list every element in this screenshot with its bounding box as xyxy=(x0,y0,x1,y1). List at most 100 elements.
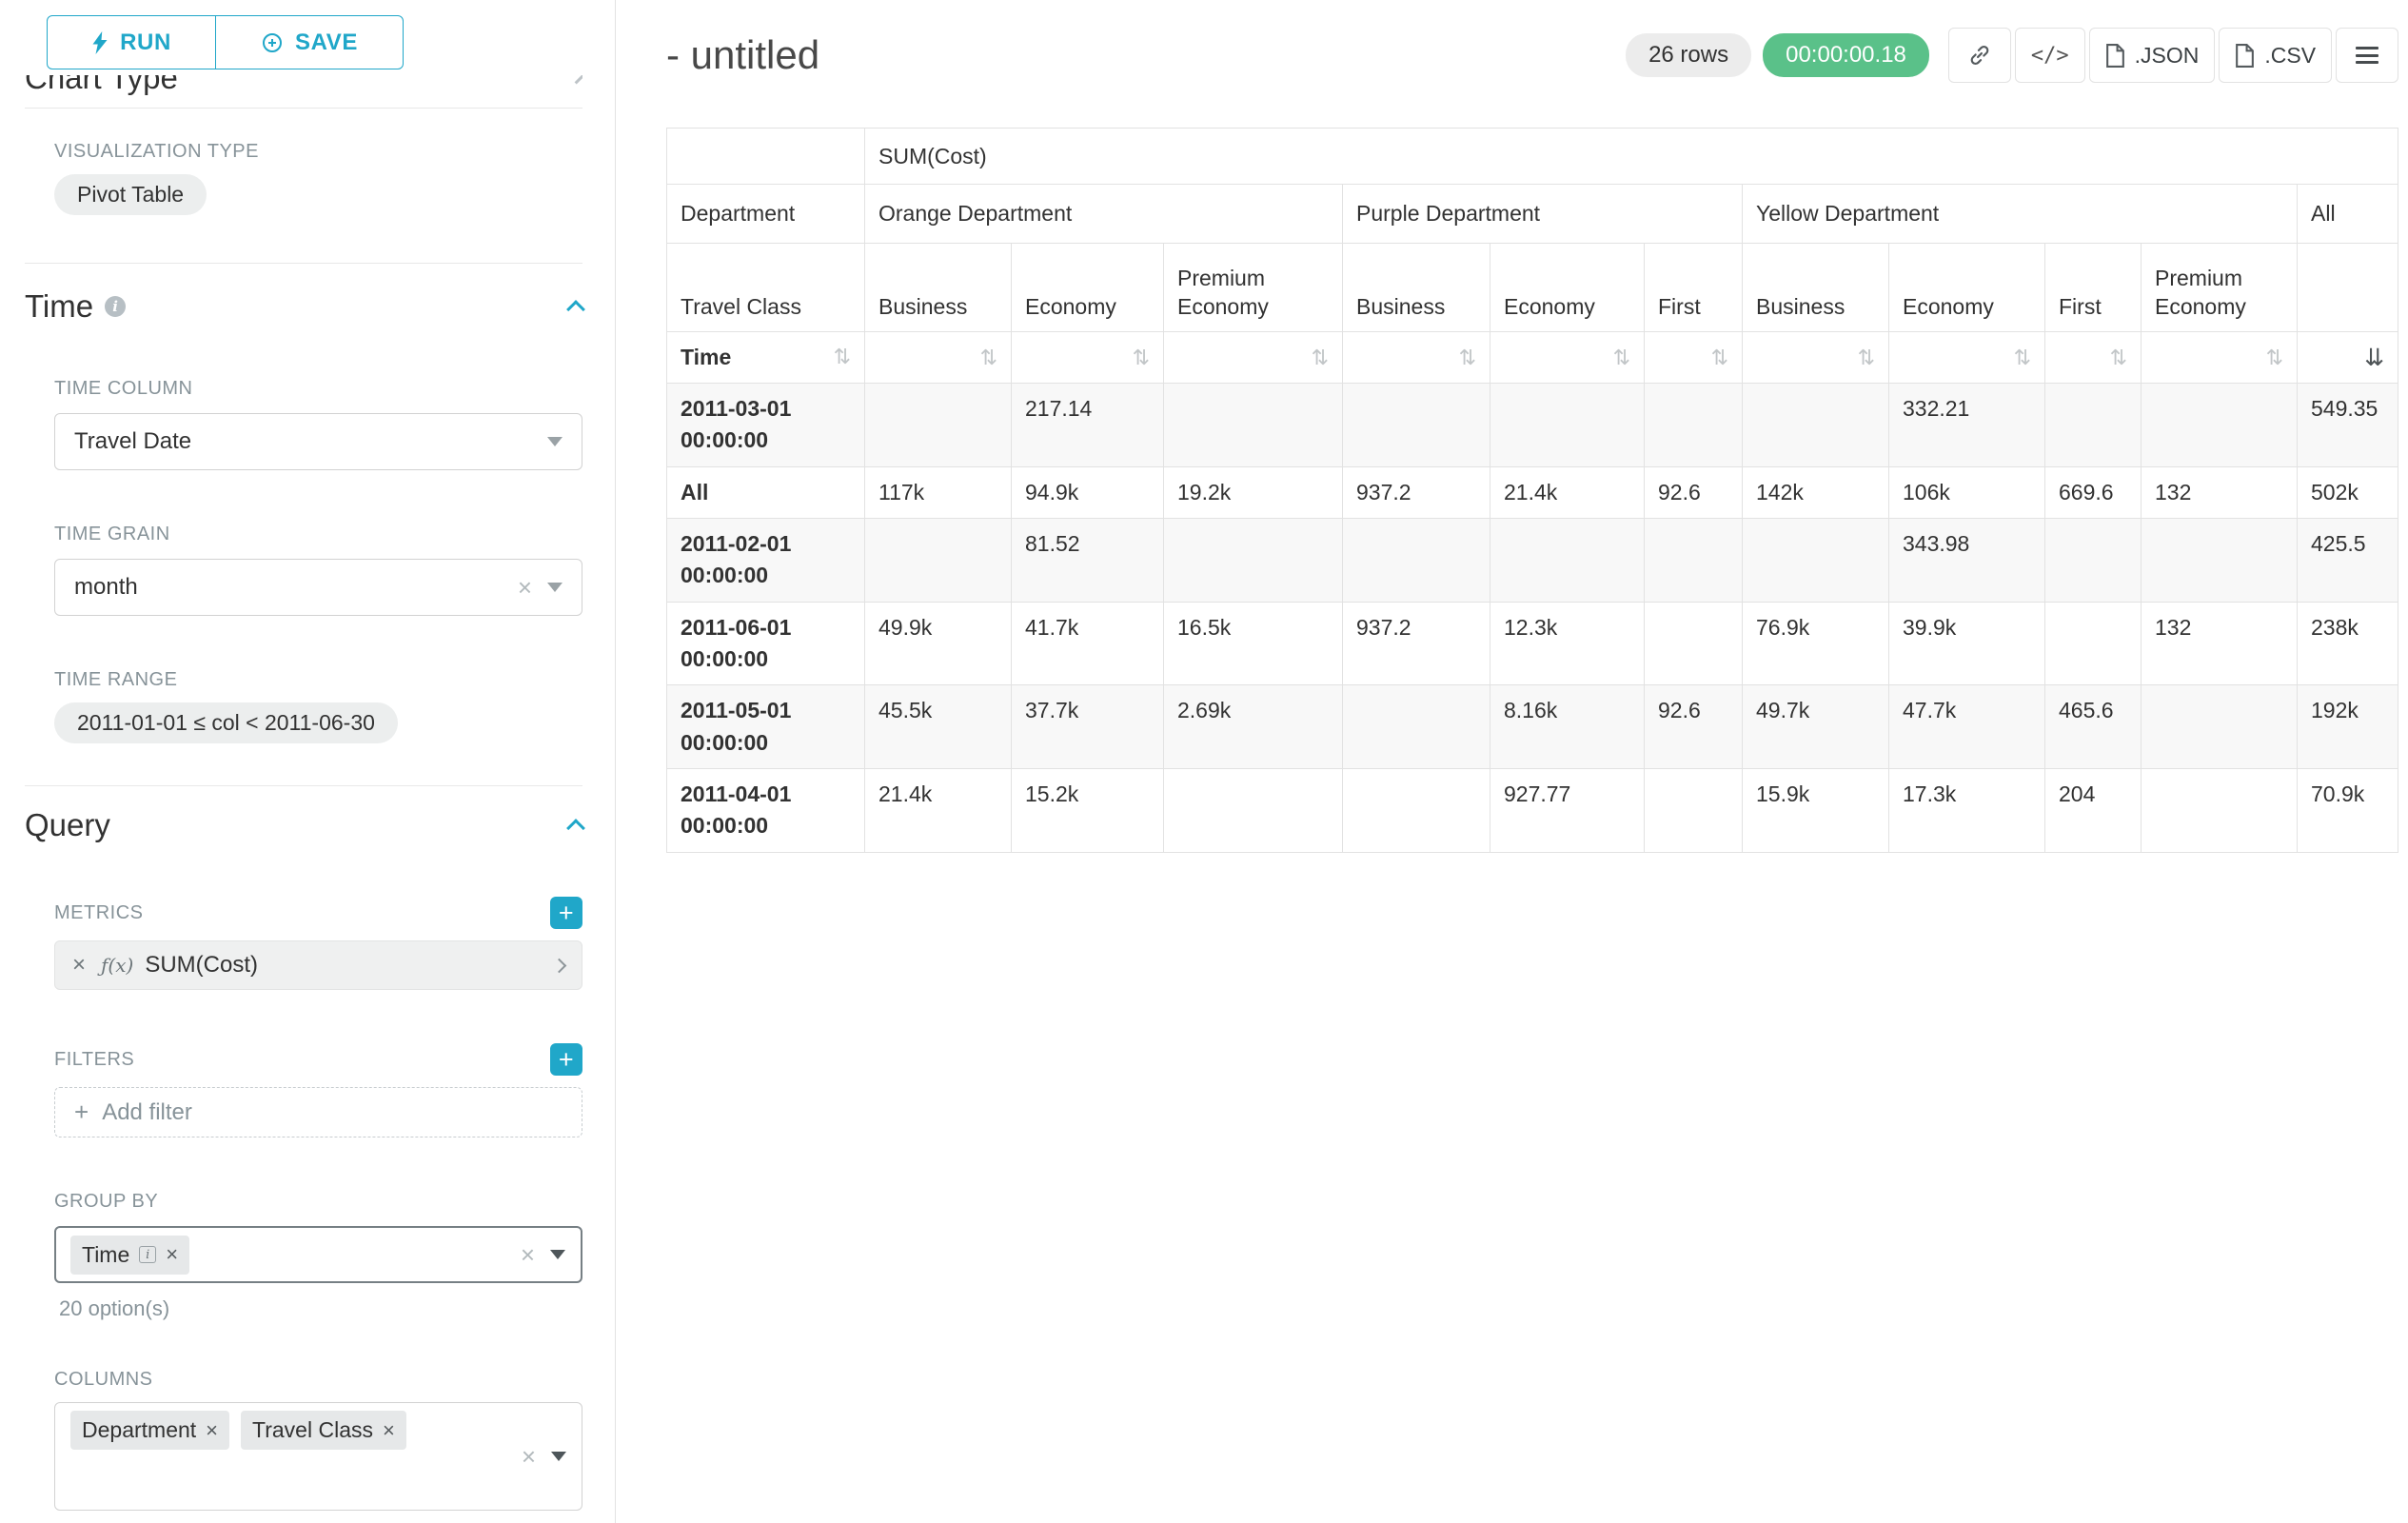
pivot-value-cell: 8.16k xyxy=(1490,685,1645,769)
clear-icon[interactable]: × xyxy=(521,1242,535,1267)
time-column-select[interactable]: Travel Date xyxy=(54,413,582,470)
pivot-class-header: First xyxy=(1645,244,1743,332)
sort-icon[interactable]: ⇅ xyxy=(2110,346,2127,370)
sort-icon[interactable]: ⇅ xyxy=(1858,346,1875,370)
clear-icon[interactable]: × xyxy=(518,575,532,600)
pivot-value-cell: 49.9k xyxy=(865,602,1012,685)
explore-view: RUN SAVE Chart Type VISUALIZATION TYPE P… xyxy=(0,0,2408,1523)
dimension-tag[interactable]: Travel Class× xyxy=(241,1411,406,1450)
code-icon: </> xyxy=(2031,44,2069,68)
time-range-value[interactable]: 2011-01-01 ≤ col < 2011-06-30 xyxy=(54,702,398,743)
pivot-value-cell xyxy=(1645,519,1743,603)
pivot-sort-cell: ⇅ xyxy=(865,332,1012,384)
add-metric-button[interactable]: + xyxy=(550,897,582,929)
group-by-select[interactable]: Timei× × xyxy=(54,1226,582,1283)
pivot-value-cell xyxy=(1343,384,1490,467)
group-by-options-hint: 20 option(s) xyxy=(59,1296,582,1321)
pivot-value-cell xyxy=(1645,769,1743,853)
pivot-value-cell xyxy=(1164,769,1343,853)
metric-option[interactable]: × ƒ(x) SUM(Cost) xyxy=(54,940,582,990)
pivot-value-cell: 21.4k xyxy=(1490,466,1645,518)
pivot-time-label-cell: Time ⇅ xyxy=(667,332,865,384)
columns-tags: Department× Travel Class× xyxy=(70,1411,406,1450)
circle-plus-icon xyxy=(261,31,284,54)
remove-metric-icon[interactable]: × xyxy=(72,952,86,979)
pivot-value-cell xyxy=(1743,519,1889,603)
pivot-value-cell: 425.5 xyxy=(2298,519,2398,603)
table-row: 2011-02-01 00:00:0081.52343.98425.5 xyxy=(667,519,2398,603)
time-grain-label: TIME GRAIN xyxy=(54,524,582,545)
collapse-section-icon[interactable] xyxy=(566,819,585,838)
dimension-tag[interactable]: Department× xyxy=(70,1411,229,1450)
sort-icon[interactable]: ⇅ xyxy=(2266,346,2283,370)
chart-type-section-header[interactable]: Chart Type xyxy=(25,75,582,100)
pivot-value-cell: 927.77 xyxy=(1490,769,1645,853)
time-section-title: Time xyxy=(25,288,93,325)
pivot-value-cell: 549.35 xyxy=(2298,384,2398,467)
table-row: 2011-04-01 00:00:0021.4k15.2k927.7715.9k… xyxy=(667,769,2398,853)
sort-icon[interactable]: ⇊ xyxy=(2364,344,2384,371)
export-csv-button[interactable]: .CSV xyxy=(2219,28,2332,83)
add-filter-button[interactable]: + xyxy=(550,1043,582,1076)
pivot-sort-cell: ⇅ xyxy=(1889,332,2045,384)
chart-menu-button[interactable] xyxy=(2336,28,2398,83)
lightning-bolt-icon xyxy=(91,31,109,54)
file-icon xyxy=(2105,44,2125,68)
pivot-value-cell xyxy=(1343,519,1490,603)
pivot-value-cell xyxy=(865,384,1012,467)
save-button[interactable]: SAVE xyxy=(215,15,404,69)
pivot-value-cell: 343.98 xyxy=(1889,519,2045,603)
sort-icon[interactable]: ⇅ xyxy=(1711,346,1728,370)
plus-icon: + xyxy=(74,1098,89,1127)
sort-icon[interactable]: ⇅ xyxy=(2014,346,2031,370)
add-filter-dropzone[interactable]: + Add filter xyxy=(54,1087,582,1137)
row-count-badge: 26 rows xyxy=(1626,33,1751,77)
pivot-value-cell xyxy=(1645,602,1743,685)
embed-code-button[interactable]: </> xyxy=(2015,28,2085,83)
pivot-value-cell xyxy=(1343,769,1490,853)
pivot-value-cell: 19.2k xyxy=(1164,466,1343,518)
dimension-tag[interactable]: Timei× xyxy=(70,1236,189,1275)
pivot-row-label: 2011-05-01 00:00:00 xyxy=(667,685,865,769)
table-row: 2011-03-01 00:00:00217.14332.21549.35 xyxy=(667,384,2398,467)
table-row: 2011-05-01 00:00:0045.5k37.7k2.69k8.16k9… xyxy=(667,685,2398,769)
pivot-value-cell: 669.6 xyxy=(2045,466,2142,518)
remove-tag-icon[interactable]: × xyxy=(166,1244,178,1265)
pivot-row-label: 2011-02-01 00:00:00 xyxy=(667,519,865,603)
clear-icon[interactable]: × xyxy=(522,1444,536,1469)
export-json-button[interactable]: .JSON xyxy=(2089,28,2216,83)
chevron-right-icon xyxy=(552,958,567,973)
copy-link-button[interactable] xyxy=(1948,28,2011,83)
sort-icon[interactable]: ⇅ xyxy=(980,346,997,370)
pivot-all-header: All xyxy=(2298,185,2398,244)
sort-icon[interactable]: ⇅ xyxy=(1133,346,1150,370)
action-button-bar: RUN SAVE xyxy=(25,0,582,73)
pivot-value-cell: 204 xyxy=(2045,769,2142,853)
sort-icon[interactable]: ⇅ xyxy=(1312,346,1329,370)
time-grain-select[interactable]: month × xyxy=(54,559,582,616)
columns-label: COLUMNS xyxy=(54,1369,582,1391)
pivot-class-header: Economy xyxy=(1490,244,1645,332)
run-button[interactable]: RUN xyxy=(47,15,216,69)
sort-icon[interactable]: ⇅ xyxy=(834,346,851,369)
pivot-time-label: Time xyxy=(681,345,731,370)
pivot-value-cell: 106k xyxy=(1889,466,2045,518)
time-column-value: Travel Date xyxy=(74,428,547,455)
function-icon: ƒ(x) xyxy=(101,954,133,977)
remove-tag-icon[interactable]: × xyxy=(206,1420,218,1441)
sort-icon[interactable]: ⇅ xyxy=(1613,346,1630,370)
pivot-row-label: 2011-06-01 00:00:00 xyxy=(667,602,865,685)
pivot-travel-class-label: Travel Class xyxy=(667,244,865,332)
pivot-value-cell: 12.3k xyxy=(1490,602,1645,685)
export-button-group: </> .JSON .CSV xyxy=(1948,28,2398,83)
pivot-value-cell: 465.6 xyxy=(2045,685,2142,769)
collapse-section-icon[interactable] xyxy=(566,300,585,319)
sort-icon[interactable]: ⇅ xyxy=(1459,346,1476,370)
columns-select[interactable]: Department× Travel Class× × xyxy=(54,1402,582,1511)
visualization-type-value[interactable]: Pivot Table xyxy=(54,174,207,215)
pivot-value-cell: 17.3k xyxy=(1889,769,2045,853)
pivot-value-cell: 502k xyxy=(2298,466,2398,518)
remove-tag-icon[interactable]: × xyxy=(383,1420,395,1441)
pivot-class-header: Business xyxy=(1343,244,1490,332)
pivot-value-cell: 92.6 xyxy=(1645,685,1743,769)
